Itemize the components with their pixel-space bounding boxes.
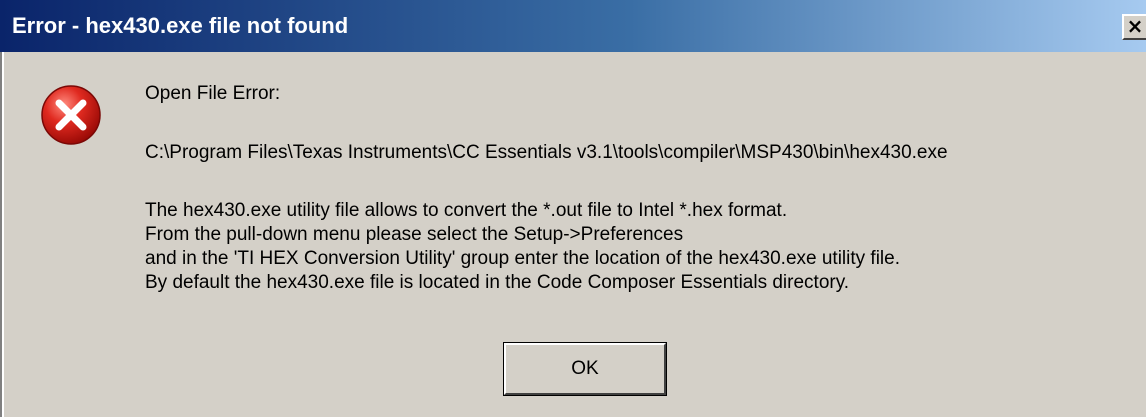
- error-dialog: Error - hex430.exe file not found × Open…: [0, 0, 1146, 417]
- ok-button[interactable]: OK: [503, 342, 667, 396]
- window-title: Error - hex430.exe file not found: [12, 13, 349, 38]
- close-button[interactable]: ×: [1122, 14, 1146, 40]
- close-icon: ×: [1126, 14, 1144, 38]
- window-border-highlight: [2, 52, 4, 417]
- description-line: and in the 'TI HEX Conversion Utility' g…: [145, 248, 900, 269]
- title-bar[interactable]: Error - hex430.exe file not found ×: [0, 0, 1146, 52]
- description-line: From the pull-down menu please select th…: [145, 224, 684, 245]
- error-description: The hex430.exe utility file allows to co…: [145, 199, 900, 295]
- description-line: By default the hex430.exe file is locate…: [145, 272, 850, 293]
- error-heading: Open File Error:: [145, 83, 281, 104]
- file-path-text: C:\Program Files\Texas Instruments\CC Es…: [145, 142, 948, 163]
- description-line: The hex430.exe utility file allows to co…: [145, 200, 788, 221]
- error-icon: [41, 85, 101, 145]
